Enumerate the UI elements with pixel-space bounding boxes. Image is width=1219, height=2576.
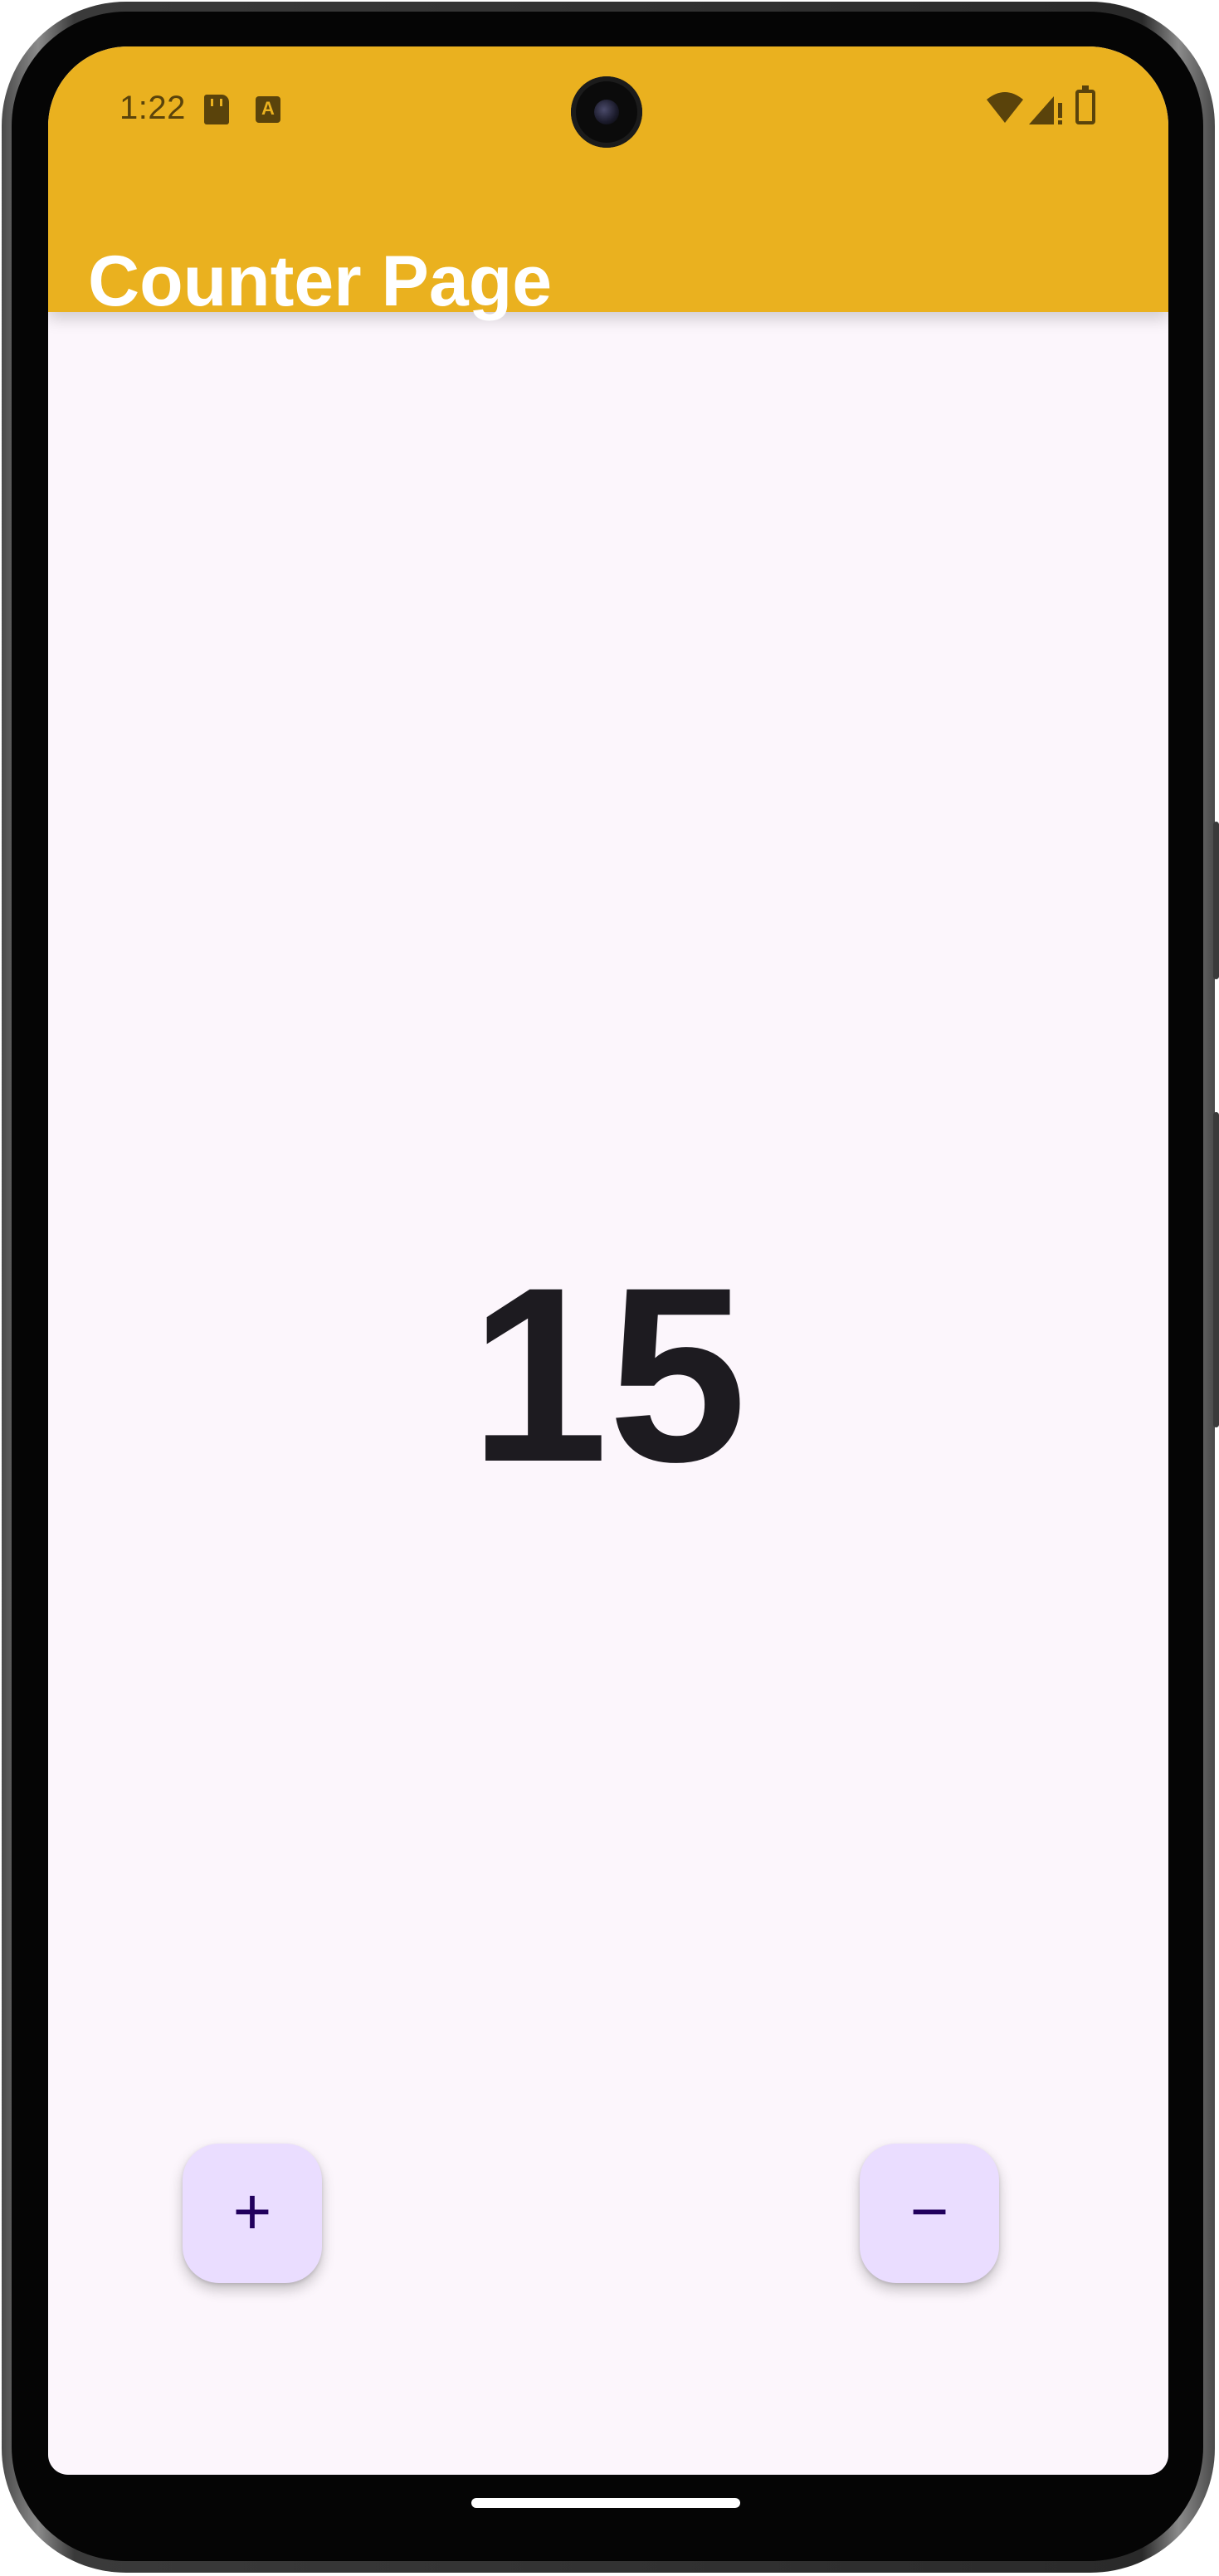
battery-icon [1075, 85, 1095, 124]
decrement-button[interactable]: − [860, 2144, 999, 2283]
increment-button[interactable]: + [183, 2144, 322, 2283]
volume-button [1213, 1112, 1219, 1427]
home-indicator[interactable] [471, 2498, 740, 2508]
plus-icon: + [232, 2174, 272, 2248]
power-button [1213, 822, 1219, 979]
counter-value: 15 [470, 1235, 747, 1514]
sd-card-icon [204, 95, 229, 124]
wifi-icon [987, 92, 1023, 123]
screen: 1:22 A Counter Page 15 + − [48, 46, 1168, 2475]
a-notification-icon: A [256, 96, 280, 123]
minus-icon: − [909, 2174, 949, 2248]
status-time: 1:22 [119, 90, 186, 126]
cellular-icon [1029, 96, 1062, 124]
device-frame: 1:22 A Counter Page 15 + − [0, 0, 1219, 2576]
app-bar: 1:22 A Counter Page [48, 46, 1168, 321]
page-title: Counter Page [88, 242, 553, 321]
front-camera [571, 76, 642, 148]
